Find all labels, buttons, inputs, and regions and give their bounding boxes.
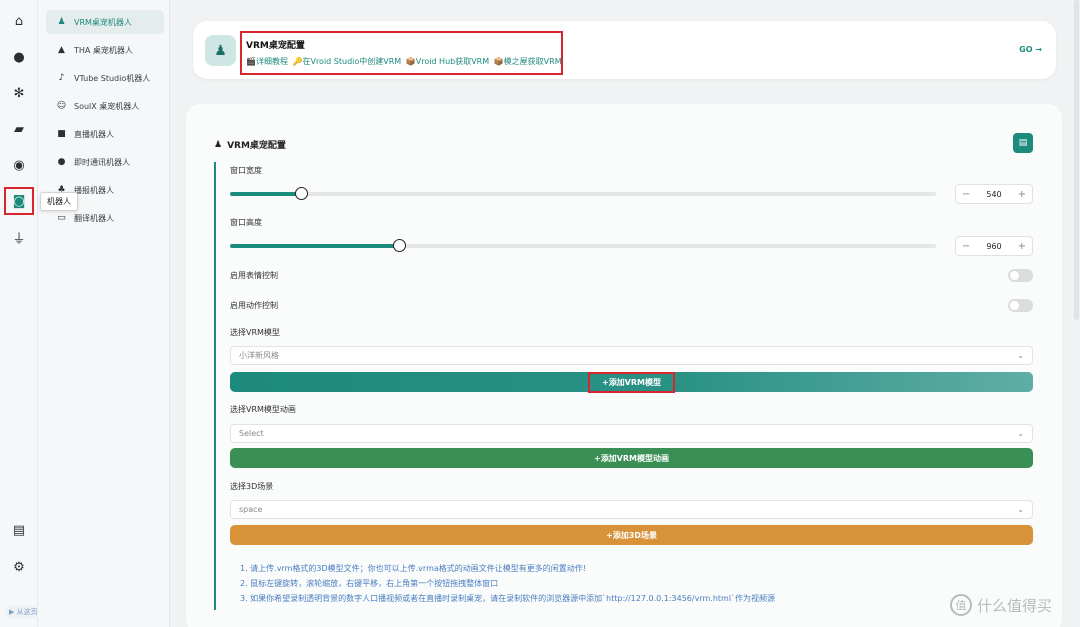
page-scrollbar[interactable] [1074, 0, 1079, 320]
subnav-item-label: 播报机器人 [74, 185, 114, 195]
add-scene-label: +添加3D场景 [606, 530, 657, 540]
robot-tooltip: 机器人 [40, 192, 78, 211]
note-line: 3. 如果你希望录制透明背景的数字人口播视频或者在直播时录制桌宠，请在录制软件的… [240, 594, 776, 603]
header-card: ♟ VRM桌宠配置 🎬详细教程 🔑在Vroid Studio中创建VRM 📦Vr… [193, 21, 1056, 79]
add-vrm-animation-button[interactable]: +添加VRM模型动画 [230, 448, 1033, 468]
vrm-animation-label: 选择VRM模型动画 [230, 405, 296, 414]
select-value: space [239, 505, 263, 514]
increment-button[interactable]: + [1018, 241, 1026, 252]
subnav-item-label: SoulX 桌宠机器人 [74, 101, 140, 111]
robot-subnav: ♟ VRM桌宠机器人 ▲ THA 桌宠机器人 ♪ VTube Studio机器人… [38, 0, 170, 627]
subnav-item-im[interactable]: ● 即时通讯机器人 [46, 150, 164, 174]
slider-thumb[interactable] [294, 187, 308, 200]
mask-icon[interactable]: ◉ [6, 153, 32, 177]
add-vrm-model-button[interactable]: +添加VRM模型 [230, 371, 1033, 393]
plug-icon[interactable]: ⏚ [6, 225, 32, 249]
scene-select[interactable]: space ⌄ [230, 500, 1033, 519]
subnav-item-label: VTube Studio机器人 [74, 73, 151, 83]
page-title: VRM桌宠配置 [246, 41, 305, 51]
config-card: ♟ VRM桌宠配置 ▤ 窗口宽度 − 540 + 窗口高度 − 960 + 启用… [186, 104, 1062, 627]
archive-icon: ▤ [1018, 138, 1028, 148]
subnav-item-label: 即时通讯机器人 [74, 157, 130, 167]
window-height-stepper[interactable]: − 960 + [955, 236, 1033, 256]
vrm-model-label: 选择VRM模型 [230, 328, 280, 337]
vrm-model-select[interactable]: 小洋新风格 ⌄ [230, 346, 1033, 365]
subnav-item-vtube[interactable]: ♪ VTube Studio机器人 [46, 66, 164, 90]
add-vrm-model-label: +添加VRM模型 [587, 371, 675, 393]
subnav-item-vrm[interactable]: ♟ VRM桌宠机器人 [46, 10, 164, 34]
subnav-item-label: VRM桌宠机器人 [74, 17, 132, 27]
robot-icon[interactable]: ◙ [4, 187, 34, 215]
window-width-stepper[interactable]: − 540 + [955, 184, 1033, 204]
vroid-studio-link[interactable]: 🔑在Vroid Studio中创建VRM [293, 57, 402, 66]
increment-button[interactable]: + [1018, 189, 1026, 200]
snowflake-icon[interactable]: ✻ [6, 81, 32, 105]
decrement-button[interactable]: − [962, 189, 970, 200]
watermark: 值 什么值得买 [950, 594, 1052, 616]
scene-label: 选择3D场景 [230, 482, 274, 491]
subnav-item-label: 翻译机器人 [74, 213, 114, 223]
select-placeholder: Select [239, 429, 264, 438]
chat-icon[interactable]: ● [6, 45, 32, 69]
smzdm-logo-icon: 值 [950, 594, 972, 616]
robot-avatar-icon: ♟ [205, 35, 236, 66]
id-card-icon: ▭ [57, 213, 66, 223]
comment-icon: ● [57, 157, 66, 167]
mozhiwu-link[interactable]: 📦模之屋获取VRM [494, 57, 562, 66]
smile-icon: ☺ [56, 101, 67, 111]
microphone-icon: ♪ [58, 73, 65, 83]
motion-control-label: 启用动作控制 [230, 301, 278, 310]
slider-fill [230, 192, 301, 196]
user-tie-icon: ♟ [57, 17, 66, 27]
subnav-item-live[interactable]: ■ 直播机器人 [46, 122, 164, 146]
toolbox-icon[interactable]: ▰ [6, 117, 32, 141]
window-height-slider[interactable] [230, 239, 936, 252]
go-link[interactable]: GO → [1019, 45, 1042, 54]
subnav-item-label: 直播机器人 [74, 129, 114, 139]
icon-rail: ⌂ ● ✻ ▰ ◉ ◙ ⏚ ▤ ⚙ [0, 0, 38, 627]
add-scene-button[interactable]: +添加3D场景 [230, 525, 1033, 545]
section-divider [214, 162, 216, 610]
header-info-box: VRM桌宠配置 🎬详细教程 🔑在Vroid Studio中创建VRM 📦Vroi… [240, 31, 563, 75]
chevron-down-icon: ⌄ [1017, 505, 1024, 514]
archive-icon[interactable]: ▤ [6, 518, 32, 542]
hat-icon: ▲ [58, 45, 65, 55]
help-notes: 1. 请上传.vrm格式的3D模型文件；你也可以上传.vrma格式的动画文件让模… [240, 561, 775, 606]
vrm-animation-select[interactable]: Select ⌄ [230, 424, 1033, 443]
gear-icon[interactable]: ⚙ [6, 555, 32, 579]
slider-fill [230, 244, 400, 248]
header-links: 🎬详细教程 🔑在Vroid Studio中创建VRM 📦Vroid Hub获取V… [246, 56, 562, 67]
add-vrm-animation-label: +添加VRM模型动画 [593, 453, 669, 463]
collapse-button[interactable]: ▤ [1013, 133, 1033, 153]
note-line: 2. 鼠标左键旋转，滚轮缩放，右键平移，右上角第一个按钮拖拽整体窗口 [240, 579, 499, 588]
stepper-value[interactable]: 540 [986, 190, 1001, 199]
vroid-hub-link[interactable]: 📦Vroid Hub获取VRM [406, 57, 489, 66]
window-height-label: 窗口高度 [230, 218, 262, 227]
expression-control-label: 启用表情控制 [230, 271, 278, 280]
chevron-down-icon: ⌄ [1017, 429, 1024, 438]
window-width-slider[interactable] [230, 187, 936, 200]
subnav-item-label: THA 桌宠机器人 [74, 45, 133, 55]
subnav-item-soulx[interactable]: ☺ SoulX 桌宠机器人 [46, 94, 164, 118]
note-line: 1. 请上传.vrm格式的3D模型文件；你也可以上传.vrma格式的动画文件让模… [240, 564, 586, 573]
video-icon: ■ [57, 129, 66, 139]
expression-control-toggle[interactable] [1008, 269, 1033, 282]
slider-thumb[interactable] [393, 239, 407, 252]
window-width-label: 窗口宽度 [230, 166, 262, 175]
home-icon[interactable]: ⌂ [6, 9, 32, 33]
select-value: 小洋新风格 [239, 351, 279, 360]
motion-control-toggle[interactable] [1008, 299, 1033, 312]
decrement-button[interactable]: − [962, 241, 970, 252]
user-tie-icon: ♟ [214, 139, 223, 150]
section-title: ♟ VRM桌宠配置 [214, 139, 286, 152]
stepper-value[interactable]: 960 [986, 242, 1001, 251]
tutorial-link[interactable]: 🎬详细教程 [246, 57, 288, 66]
chevron-down-icon: ⌄ [1017, 351, 1024, 360]
subnav-item-tha[interactable]: ▲ THA 桌宠机器人 [46, 38, 164, 62]
